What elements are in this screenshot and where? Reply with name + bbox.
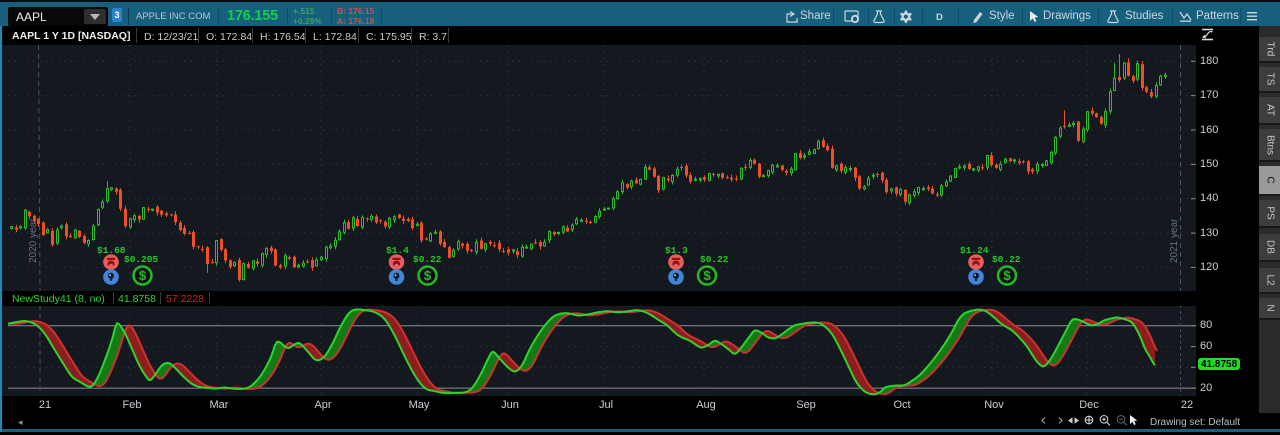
svg-text:2020 year: 2020 year: [28, 218, 39, 263]
svg-text:$: $: [1003, 270, 1011, 285]
svg-text:$0.22: $0.22: [413, 254, 442, 265]
svg-text:$: $: [138, 270, 146, 285]
svg-text:2021 year: 2021 year: [1169, 218, 1180, 263]
svg-text:$1.24: $1.24: [960, 245, 989, 256]
svg-text:$0.205: $0.205: [124, 254, 159, 265]
svg-text:$: $: [423, 270, 431, 285]
svg-text:$0.22: $0.22: [700, 254, 729, 265]
svg-text:$: $: [703, 270, 711, 285]
svg-text:$0.22: $0.22: [992, 254, 1021, 265]
